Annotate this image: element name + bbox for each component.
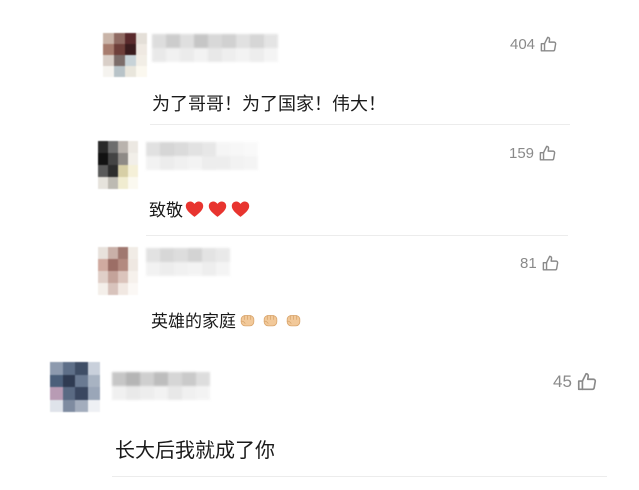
like-count: 81 — [520, 255, 537, 272]
red-heart-icon — [185, 200, 204, 217]
raised-fist-icon — [286, 315, 301, 327]
red-heart-icon — [231, 200, 250, 217]
thumbs-up-icon — [540, 36, 557, 52]
comment-item: 81 英雄的家庭 — [0, 235, 639, 345]
comment-item: 404 为了哥哥！为了国家！伟大！ — [0, 0, 639, 125]
raised-fist-icon — [240, 315, 255, 327]
like-button[interactable]: 159 — [509, 144, 557, 163]
avatar[interactable] — [98, 247, 138, 295]
thumbs-up-icon — [539, 145, 556, 161]
avatar[interactable] — [103, 33, 147, 77]
comment-item: 159 致敬 — [0, 125, 639, 236]
avatar[interactable] — [50, 362, 100, 412]
raised-fist-icon — [263, 315, 278, 327]
red-heart-icon — [208, 200, 227, 217]
avatar[interactable] — [98, 141, 138, 189]
comment-text: 英雄的家庭 — [151, 307, 303, 332]
like-count: 45 — [553, 372, 572, 391]
comment-text: 为了哥哥！为了国家！伟大！ — [152, 94, 386, 115]
thumbs-up-icon — [542, 255, 559, 271]
username-blurred[interactable] — [152, 34, 278, 62]
emoji-row — [185, 200, 250, 218]
like-button[interactable]: 81 — [520, 254, 560, 273]
username-blurred[interactable] — [112, 372, 210, 400]
like-count: 404 — [510, 36, 536, 53]
username-blurred[interactable] — [146, 142, 258, 170]
like-button[interactable]: 404 — [510, 35, 558, 54]
like-button[interactable]: 45 — [553, 371, 598, 393]
thumbs-up-icon — [577, 372, 596, 391]
like-count: 159 — [509, 145, 535, 162]
username-blurred[interactable] — [146, 248, 230, 276]
comment-text: 长大后我就成了你 — [115, 438, 275, 462]
divider — [112, 476, 607, 477]
emoji-row — [238, 310, 303, 329]
comment-item: 45 长大后我就成了你 — [0, 345, 639, 490]
comment-text: 致敬 — [149, 196, 250, 221]
